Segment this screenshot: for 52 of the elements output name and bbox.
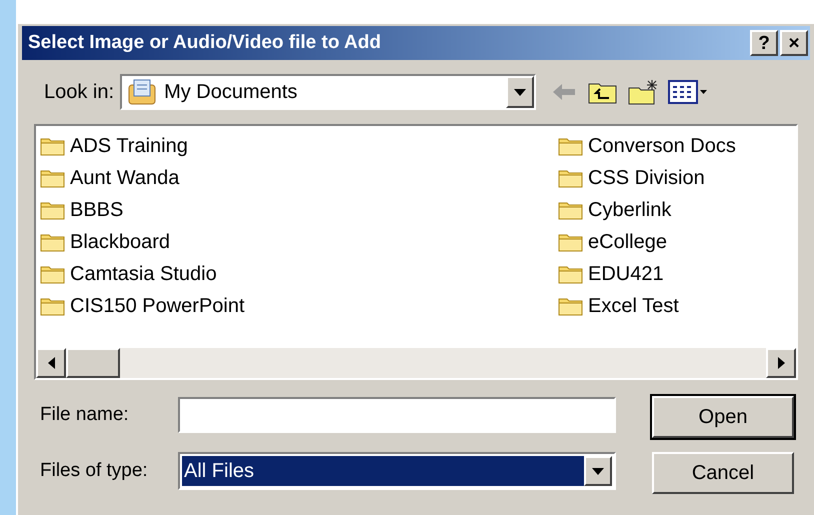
folder-item[interactable]: CIS150 PowerPoint — [40, 290, 245, 322]
new-folder-icon — [628, 80, 658, 104]
look-in-label: Look in: — [44, 80, 114, 105]
help-button[interactable]: ? — [750, 30, 778, 56]
file-type-label: Files of type: — [40, 458, 149, 483]
look-in-dropdown[interactable]: My Documents — [120, 74, 536, 110]
folder-item[interactable]: Converson Docs — [558, 130, 736, 162]
folder-icon — [558, 168, 584, 188]
open-button[interactable]: Open — [652, 396, 794, 438]
down-arrow-icon — [592, 468, 604, 474]
folder-icon — [558, 296, 584, 316]
folder-icon — [558, 200, 584, 220]
folder-item[interactable]: BBBS — [40, 194, 124, 226]
up-folder-icon — [588, 84, 617, 104]
documents-folder-icon — [128, 79, 156, 105]
folder-icon — [40, 264, 66, 284]
down-arrow-icon — [514, 88, 526, 96]
folder-icon — [40, 168, 66, 188]
folder-icon — [558, 136, 584, 156]
view-menu-icon[interactable] — [668, 80, 708, 104]
folder-icon — [558, 232, 584, 252]
folder-item[interactable]: Excel Test — [558, 290, 679, 322]
cancel-button[interactable]: Cancel — [652, 452, 794, 494]
folder-icon — [40, 296, 66, 316]
scroll-right-button[interactable] — [766, 348, 796, 378]
scroll-thumb[interactable] — [66, 348, 120, 378]
file-name-label: File name: — [40, 402, 130, 427]
dropdown-button[interactable] — [506, 76, 534, 108]
right-arrow-icon — [778, 357, 784, 369]
file-type-value: All Files — [182, 456, 584, 486]
folder-item[interactable]: CSS Division — [558, 162, 705, 194]
folder-item[interactable]: EDU421 — [558, 258, 664, 290]
horizontal-scrollbar[interactable] — [36, 348, 796, 378]
folder-item[interactable]: Camtasia Studio — [40, 258, 217, 290]
dropdown-button[interactable] — [584, 456, 612, 486]
window-title: Select Image or Audio/Video file to Add — [28, 30, 382, 55]
folder-icon — [40, 232, 66, 252]
folder-item[interactable]: ADS Training — [40, 130, 188, 162]
folder-item[interactable]: eCollege — [558, 226, 667, 258]
folder-item[interactable]: Blackboard — [40, 226, 170, 258]
folder-item[interactable]: Aunt Wanda — [40, 162, 180, 194]
left-arrow-icon — [48, 357, 54, 369]
folder-icon — [40, 136, 66, 156]
folder-icon — [558, 264, 584, 284]
file-type-dropdown[interactable]: All Files — [178, 452, 616, 490]
file-name-field[interactable] — [178, 397, 616, 433]
folder-item[interactable]: Cyberlink — [558, 194, 672, 226]
look-in-value: My Documents — [164, 80, 298, 105]
folder-icon — [40, 200, 66, 220]
scroll-left-button[interactable] — [36, 348, 66, 378]
close-button[interactable]: × — [780, 30, 808, 56]
view-menu-icon — [668, 80, 708, 104]
